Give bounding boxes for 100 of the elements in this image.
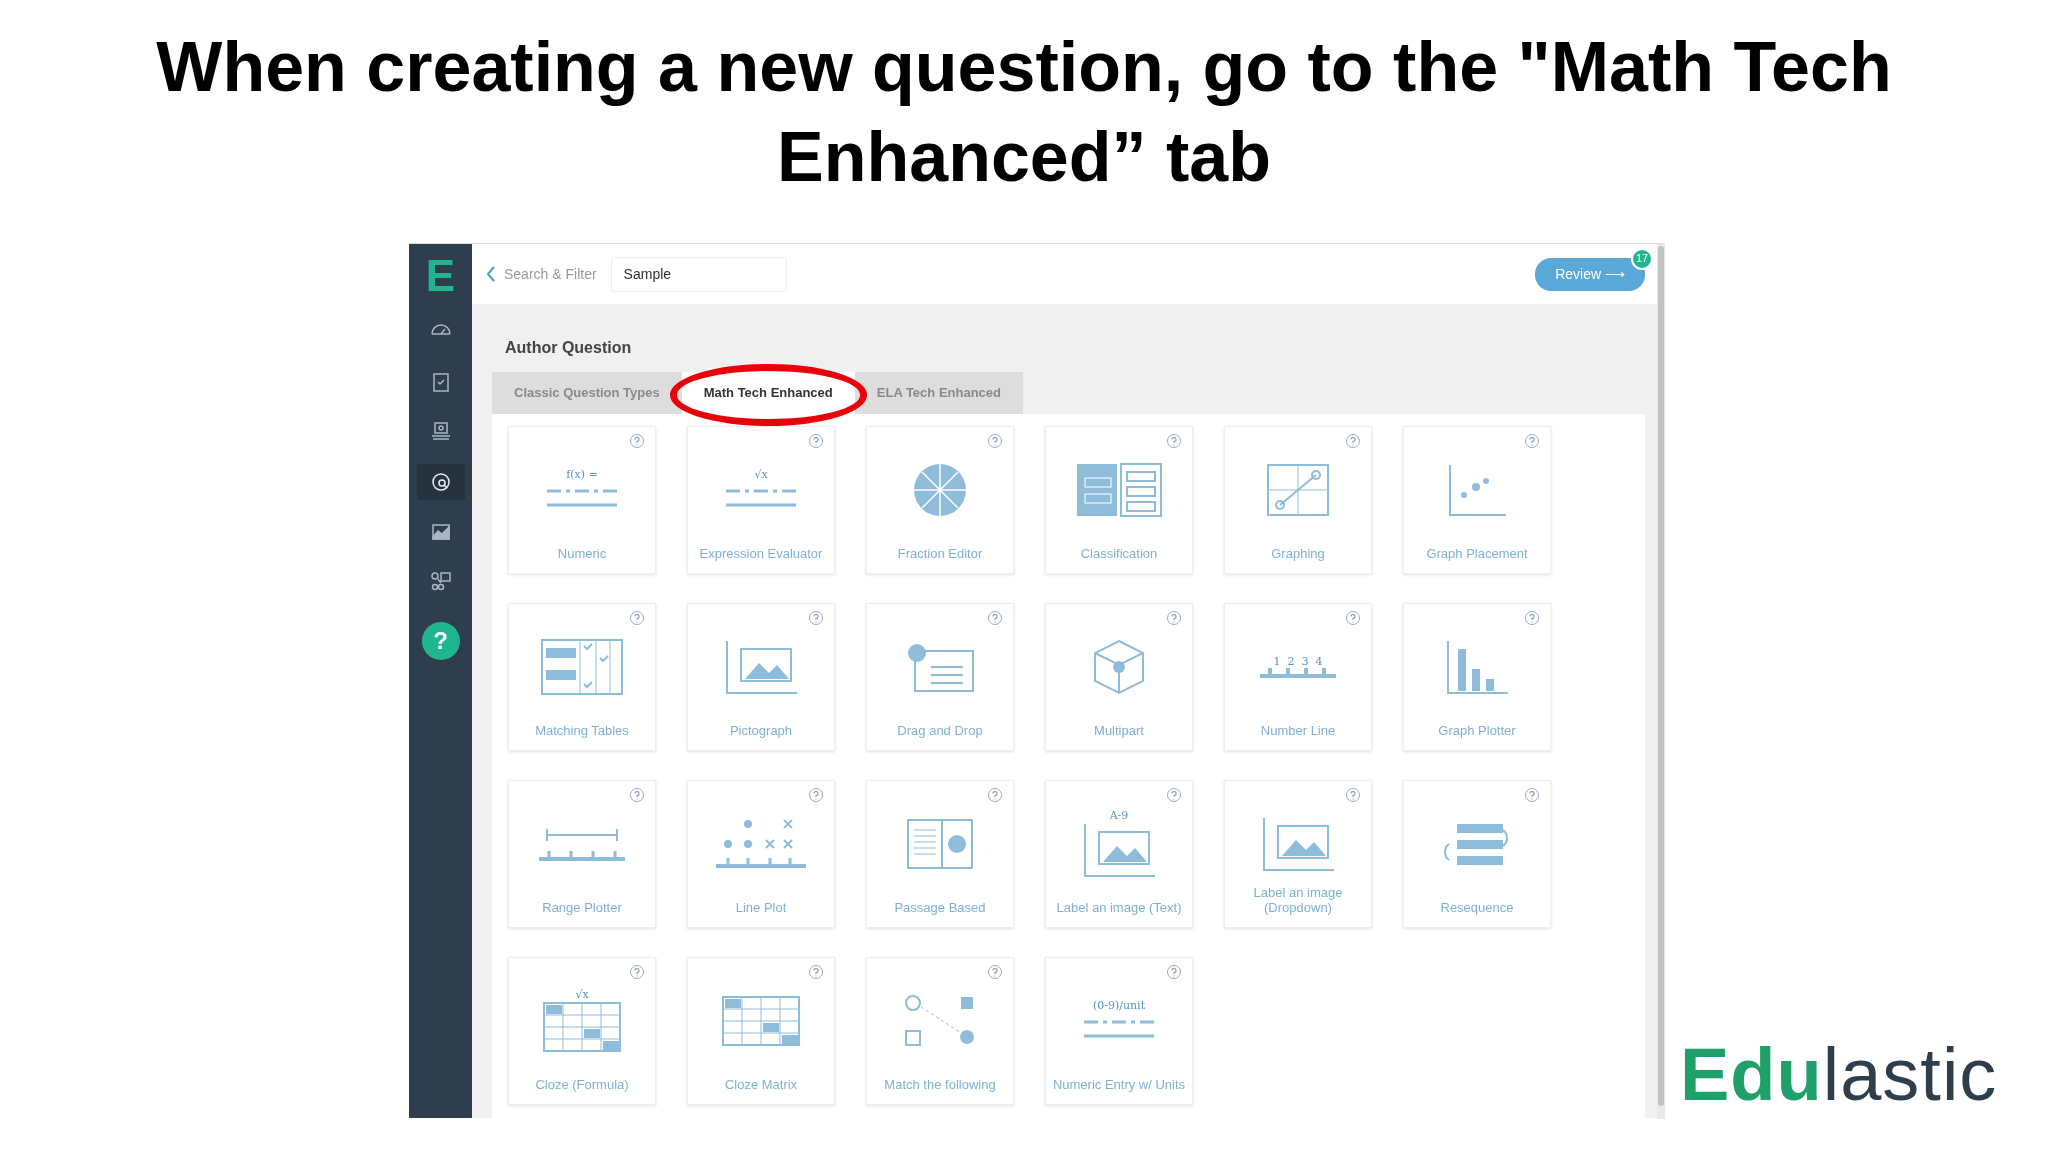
card-label: Label an image (Text): [1055, 899, 1183, 915]
question-type-card[interactable]: Range Plotter: [508, 779, 656, 928]
help-icon[interactable]: [1166, 786, 1182, 803]
section-heading: Author Question: [505, 338, 633, 358]
columns-icon: [1075, 461, 1163, 518]
card-label: Multipart: [1093, 722, 1145, 738]
question-type-card[interactable]: √x Cloze (Formula): [508, 956, 656, 1105]
help-icon[interactable]: [987, 432, 1003, 449]
help-icon[interactable]: [987, 609, 1003, 626]
number-line-icon: [1260, 667, 1336, 678]
card-label: Resequence: [1439, 899, 1515, 915]
tab[interactable]: ELA Tech Enhanced: [854, 372, 1023, 414]
card-label: Graphing: [1270, 545, 1326, 561]
card-label: Graph Plotter: [1437, 722, 1517, 738]
icon-caption: √x: [754, 468, 768, 481]
question-type-card[interactable]: Label an image (Dropdown): [1224, 779, 1372, 928]
cube-icon: [1091, 638, 1147, 695]
icon-caption: √x: [575, 988, 589, 1001]
help-icon[interactable]: [808, 963, 824, 980]
pie-chart-icon: [912, 461, 968, 518]
card-label: Pictograph: [728, 722, 794, 738]
help-icon[interactable]: [1524, 786, 1540, 803]
card-label: Expression Evaluator: [698, 545, 824, 561]
help-icon[interactable]: [808, 786, 824, 803]
question-type-card[interactable]: (0-9)/unit Numeric Entry w/ Units: [1045, 956, 1193, 1105]
question-type-card[interactable]: Line Plot: [687, 779, 835, 928]
graph-icon: [1266, 462, 1330, 517]
card-label: Cloze Matrix: [723, 1076, 799, 1092]
help-icon[interactable]: [1524, 432, 1540, 449]
card-label: Number Line: [1259, 722, 1337, 738]
icon-caption: 1 2 3 4: [1273, 655, 1323, 668]
question-type-card[interactable]: Passage Based: [866, 779, 1014, 928]
icon-caption: f(x) =: [566, 468, 598, 481]
match-pairs-icon: [903, 992, 977, 1049]
help-icon[interactable]: [987, 786, 1003, 803]
question-type-card[interactable]: Graphing: [1224, 425, 1372, 574]
help-icon[interactable]: [629, 609, 645, 626]
question-type-card[interactable]: Graph Plotter: [1403, 602, 1551, 751]
card-label: Range Plotter: [541, 899, 623, 915]
icon-caption: (0-9)/unit: [1092, 999, 1146, 1012]
count-badge: 17: [1631, 247, 1653, 270]
help-icon[interactable]: [1166, 609, 1182, 626]
card-label: Cloze (Formula): [534, 1076, 630, 1092]
question-type-card[interactable]: A-9 Label an image (Text): [1045, 779, 1193, 928]
card-label: Fraction Editor: [896, 545, 984, 561]
help-icon[interactable]: [808, 432, 824, 449]
card-label: Passage Based: [893, 899, 987, 915]
question-type-card[interactable]: Graph Placement: [1403, 425, 1551, 574]
back-icon: [486, 265, 496, 283]
question-type-card[interactable]: Resequence: [1403, 779, 1551, 928]
help-icon[interactable]: [629, 786, 645, 803]
app-logo[interactable]: E: [425, 252, 456, 300]
help-icon[interactable]: [1166, 432, 1182, 449]
image-icon: [1260, 815, 1336, 872]
matching-table-icon: [540, 637, 624, 696]
question-type-card[interactable]: Fraction Editor: [866, 425, 1014, 574]
bar-chart-icon: [1444, 638, 1510, 695]
document-icon: [906, 817, 974, 870]
card-label: Numeric Entry w/ Units: [1051, 1076, 1187, 1092]
question-type-card[interactable]: √x Expression Evaluator: [687, 425, 835, 574]
help-icon[interactable]: [629, 963, 645, 980]
help-icon[interactable]: [1345, 609, 1361, 626]
help-icon[interactable]: [1166, 963, 1182, 980]
question-type-card[interactable]: Multipart: [1045, 602, 1193, 751]
search-field[interactable]: Sample: [610, 256, 787, 292]
icon-caption: A-9: [1109, 809, 1129, 822]
card-label: Graph Placement: [1425, 545, 1529, 561]
help-icon[interactable]: [1524, 609, 1540, 626]
scrollbar[interactable]: [1657, 244, 1665, 1119]
tab[interactable]: Classic Question Types: [492, 372, 682, 414]
question-type-card[interactable]: Matching Tables: [508, 602, 656, 751]
help-icon[interactable]: [1345, 786, 1361, 803]
card-label: Classification: [1079, 545, 1159, 561]
grid-table-icon: [542, 1000, 622, 1053]
question-type-card[interactable]: Drag and Drop: [866, 602, 1014, 751]
card-label: Match the following: [883, 1076, 997, 1092]
question-type-card[interactable]: Pictograph: [687, 602, 835, 751]
question-type-card[interactable]: Classification: [1045, 425, 1193, 574]
image-icon: [1081, 821, 1157, 878]
question-type-card[interactable]: Match the following: [866, 956, 1014, 1105]
card-label: Line Plot: [734, 899, 788, 915]
question-type-card[interactable]: f(x) = Numeric: [508, 425, 656, 574]
help-icon[interactable]: [987, 963, 1003, 980]
tab[interactable]: Math Tech Enhanced: [681, 372, 855, 414]
image-icon: [723, 638, 799, 695]
back-link[interactable]: Search & Filter: [486, 263, 597, 285]
card-label: Numeric: [556, 545, 608, 561]
card-label: Label an image (Dropdown): [1252, 884, 1344, 915]
grid-table-icon: [721, 994, 801, 1047]
help-icon[interactable]: [808, 609, 824, 626]
help-icon[interactable]: [1345, 432, 1361, 449]
question-type-card[interactable]: 1 2 3 4 Number Line: [1224, 602, 1372, 751]
brand-logo: Edulastic: [1680, 1032, 1998, 1118]
question-type-card[interactable]: Cloze Matrix: [687, 956, 835, 1105]
card-label: Matching Tables: [534, 722, 630, 738]
help-button[interactable]: ?: [421, 622, 460, 660]
scatter-plot-icon: [1446, 462, 1508, 517]
help-icon[interactable]: [629, 432, 645, 449]
card-label: Drag and Drop: [896, 722, 984, 738]
slide-title: When creating a new question, go to the "Math Tech Enhanced” tab: [155, 27, 1893, 198]
